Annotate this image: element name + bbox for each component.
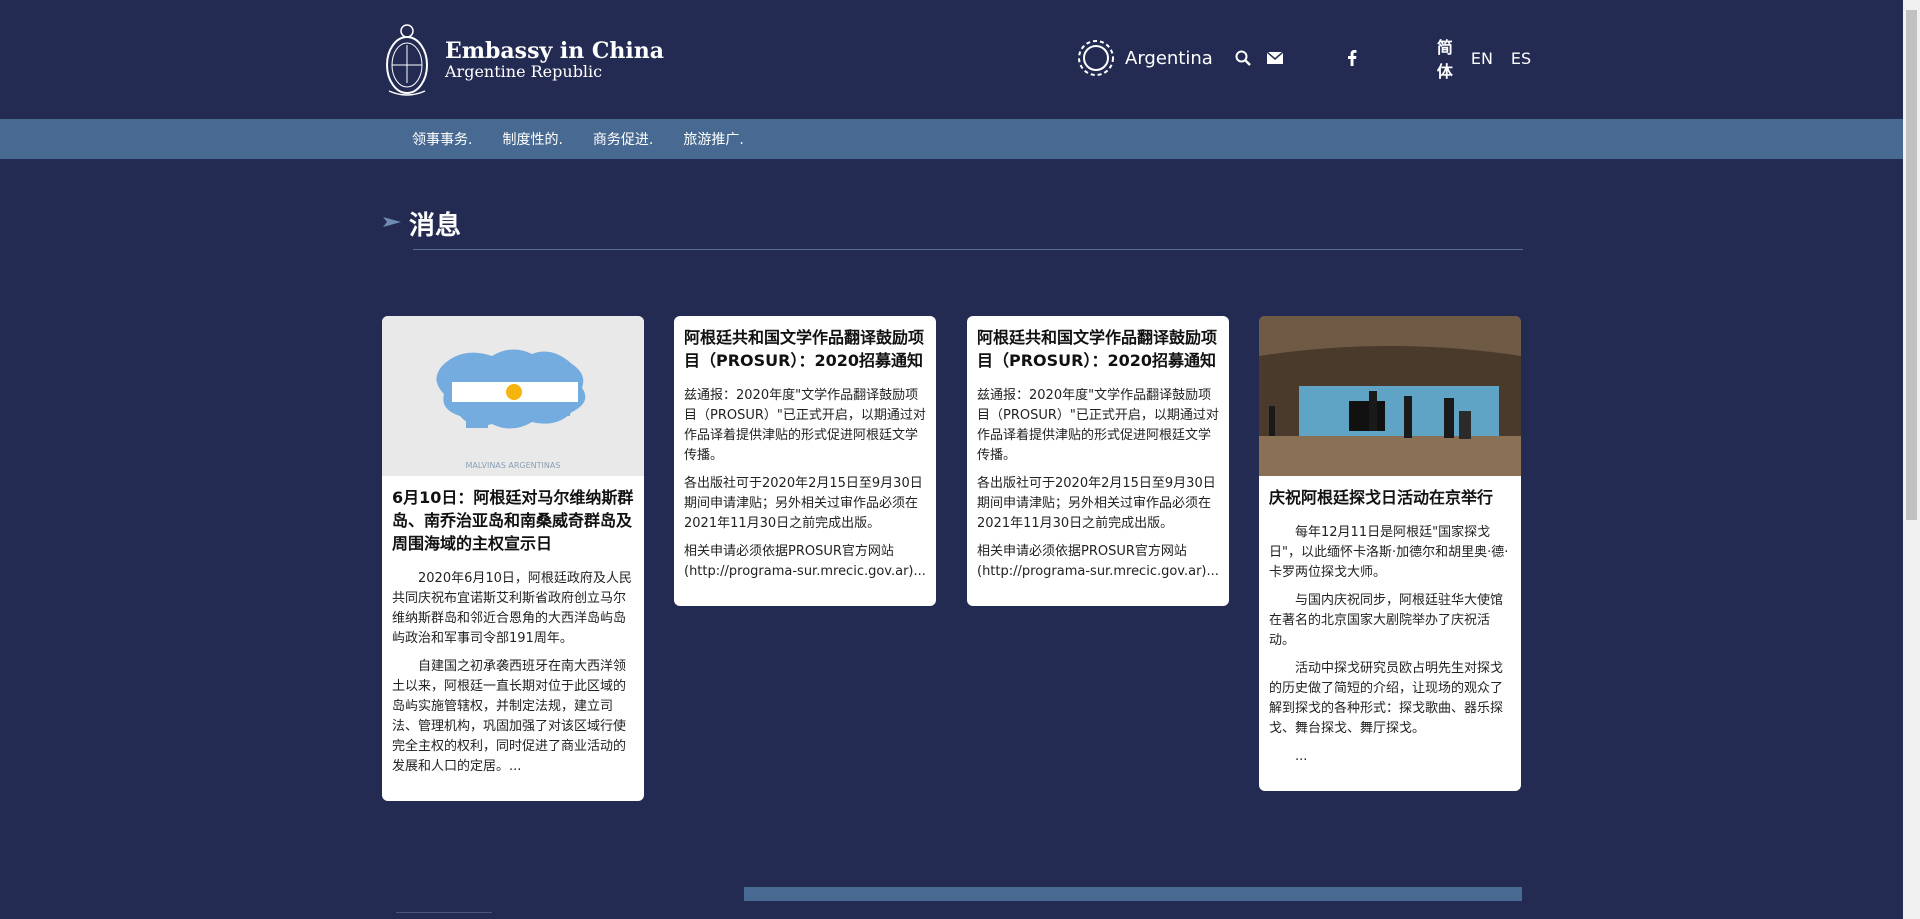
card-paragraph: 兹通报：2020年度"文学作品翻译鼓励项目（PROSUR）"已正式开启，以期通过…	[684, 388, 926, 463]
coat-of-arms-icon	[386, 24, 428, 96]
lang-zh[interactable]: 简体	[1437, 34, 1453, 82]
card-paragraph: 各出版社可于2020年2月15日至9月30日期间申请津贴；另外相关过审作品必须在…	[684, 476, 923, 531]
news-card[interactable]: 阿根廷共和国文学作品翻译鼓励项目（PROSUR）：2020招募通知 兹通报：20…	[967, 316, 1229, 606]
card-paragraph: 2020年6月10日，阿根廷政府及人民共同庆祝布宜诺斯艾利斯省政府创立马尔维纳斯…	[392, 571, 632, 646]
section-title: 消息	[409, 211, 462, 241]
argentina-sun-icon	[1078, 40, 1114, 76]
lang-es[interactable]: ES	[1511, 49, 1531, 68]
facebook-icon[interactable]	[1347, 49, 1357, 67]
news-card[interactable]: 庆祝阿根廷探戈日活动在京举行 每年12月11日是阿根廷"国家探戈日"，以此缅怀卡…	[1259, 316, 1521, 791]
card-title[interactable]: 阿根廷共和国文学作品翻译鼓励项目（PROSUR）：2020招募通知	[684, 326, 926, 372]
lang-en[interactable]: EN	[1471, 49, 1493, 68]
image-caption: MALVINAS ARGENTINAS	[466, 461, 561, 470]
site-subtitle: Argentine Republic	[445, 62, 603, 81]
card-paragraph: 活动中探戈研究员欧占明先生对探戈的历史做了简短的介绍，让现场的观众了解到探戈的各…	[1269, 661, 1504, 736]
news-section-header: 消息	[383, 205, 1523, 253]
malvinas-map-image: MALVINAS ARGENTINAS	[382, 316, 644, 476]
card-paragraph: 兹通报：2020年度"文学作品翻译鼓励项目（PROSUR）"已正式开启，以期通过…	[977, 388, 1219, 463]
tango-concert-image	[1259, 316, 1521, 476]
card-paragraph: 与国内庆祝同步，阿根廷驻华大使馆在著名的北京国家大剧院举办了庆祝活动。	[1269, 593, 1504, 648]
card-paragraph: 自建国之初承袭西班牙在南大西洋领土以来，阿根廷一直长期对位于此区域的岛屿实施管辖…	[392, 659, 627, 774]
card-paragraph: 相关申请必须依据PROSUR官方网站(http://programa-sur.m…	[977, 544, 1219, 579]
footer-block	[396, 862, 492, 913]
news-card[interactable]: MALVINAS ARGENTINAS 6月10日：阿根廷对马尔维纳斯群岛、南乔…	[382, 316, 644, 801]
card-paragraph: 每年12月11日是阿根廷"国家探戈日"，以此缅怀卡洛斯·加德尔和胡里奥·德·卡罗…	[1269, 525, 1509, 580]
nav-item-commerce[interactable]: 商务促进.	[593, 129, 653, 149]
card-title[interactable]: 阿根廷共和国文学作品翻译鼓励项目（PROSUR）：2020招募通知	[977, 326, 1219, 372]
brand-label: Argentina	[1125, 47, 1213, 69]
argentina-brand-link[interactable]: Argentina	[1075, 37, 1213, 79]
main-nav: 领事事务. 制度性的. 商务促进. 旅游推广.	[0, 119, 1903, 159]
card-paragraph: 相关申请必须依据PROSUR官方网站(http://programa-sur.m…	[684, 544, 926, 579]
page-scrollbar[interactable]	[1903, 0, 1920, 919]
site-title: Embassy in China	[445, 38, 665, 64]
card-paragraph: ...	[1295, 749, 1308, 764]
section-divider	[413, 249, 1523, 250]
card-paragraph: 各出版社可于2020年2月15日至9月30日期间申请津贴；另外相关过审作品必须在…	[977, 476, 1216, 531]
footer-bar	[744, 887, 1522, 901]
header-tools: Argentina 简体 EN ES	[1075, 37, 1531, 81]
card-title[interactable]: 6月10日：阿根廷对马尔维纳斯群岛、南乔治亚岛和南桑威奇群岛及周围海域的主权宣示…	[392, 486, 634, 555]
nav-item-tourism[interactable]: 旅游推广.	[683, 129, 743, 149]
search-icon[interactable]	[1235, 49, 1251, 67]
site-header: Embassy in China Argentine Republic Arge…	[0, 0, 1903, 119]
arrow-right-icon	[383, 217, 401, 227]
scrollbar-thumb[interactable]	[1906, 10, 1917, 520]
nav-item-institutional[interactable]: 制度性的.	[502, 129, 562, 149]
news-card[interactable]: 阿根廷共和国文学作品翻译鼓励项目（PROSUR）：2020招募通知 兹通报：20…	[674, 316, 936, 606]
mail-icon[interactable]	[1266, 49, 1283, 67]
site-logo[interactable]: Embassy in China Argentine Republic	[383, 20, 693, 100]
nav-item-consular[interactable]: 领事事务.	[412, 129, 472, 149]
card-title[interactable]: 庆祝阿根廷探戈日活动在京举行	[1269, 486, 1511, 509]
